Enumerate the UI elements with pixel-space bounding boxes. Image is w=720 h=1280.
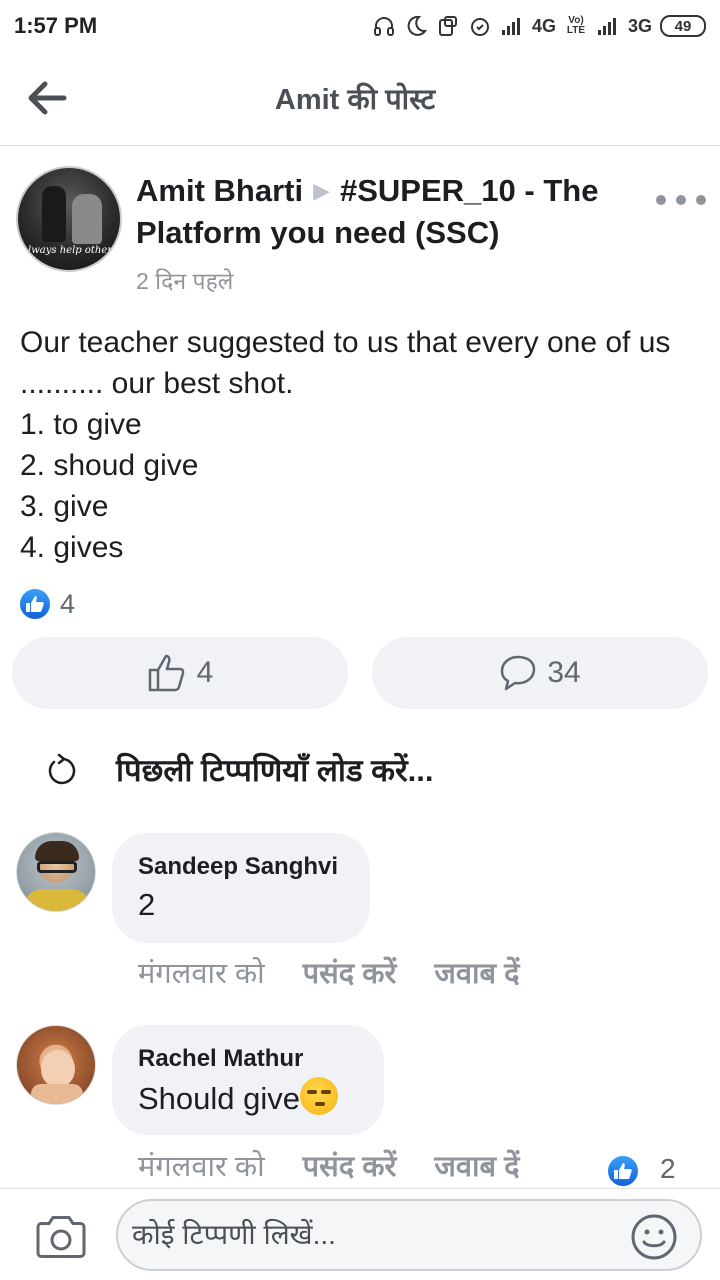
comment-button[interactable]: 34 bbox=[372, 637, 708, 709]
like-button[interactable]: 4 bbox=[12, 637, 348, 709]
avatar-glasses bbox=[37, 861, 77, 873]
battery-icon: 49 bbox=[660, 15, 706, 37]
like-reaction-icon bbox=[18, 587, 52, 621]
more-dots-icon bbox=[656, 195, 666, 205]
commenter-name[interactable]: Sandeep Sanghvi bbox=[138, 851, 344, 883]
author-avatar[interactable]: Always help others bbox=[16, 166, 122, 272]
avatar-figure bbox=[42, 186, 66, 242]
post-text: Our teacher suggested to us that every o… bbox=[20, 326, 671, 564]
commenter-avatar[interactable] bbox=[16, 1025, 96, 1105]
unamused-face-icon bbox=[300, 1077, 339, 1115]
page-title: Amit की पोस्ट bbox=[274, 84, 436, 116]
post-timestamp[interactable]: 2 दिन पहले bbox=[136, 264, 233, 296]
more-dot bbox=[676, 195, 686, 205]
author-name[interactable]: Amit Bharti bbox=[136, 173, 303, 208]
avatar-hands bbox=[31, 1084, 83, 1104]
reload-icon bbox=[48, 753, 76, 785]
comment-bubble[interactable]: Rachel Mathur Should give bbox=[112, 1025, 384, 1135]
post-header: Always help others Amit Bharti ▶ #SUPER_10… bbox=[0, 160, 720, 300]
comment-reply-button[interactable]: जवाब दें bbox=[434, 953, 519, 992]
avatar-figure-2 bbox=[72, 194, 102, 244]
more-options-button[interactable] bbox=[656, 188, 706, 212]
signal-icon bbox=[501, 18, 520, 35]
volte-indicator: Vo) LTE bbox=[566, 15, 586, 36]
reaction-summary[interactable]: 4 bbox=[18, 586, 75, 622]
comment-like-button[interactable]: पसंद करें bbox=[303, 953, 397, 992]
load-previous-label: पिछली टिप्पणियाँ लोड करें... bbox=[116, 753, 434, 788]
comment-time: मंगलवार को bbox=[138, 1151, 265, 1183]
comment-count: 34 bbox=[547, 656, 581, 689]
commenter-name[interactable]: Rachel Mathur bbox=[138, 1043, 358, 1075]
comment-reply-button[interactable]: जवाब दें bbox=[434, 1146, 519, 1185]
comment-bubble-icon bbox=[501, 655, 536, 691]
comment-reaction-count: 2 bbox=[660, 1153, 676, 1184]
avatar-hair bbox=[35, 841, 79, 861]
comment-like-reaction-icon[interactable] bbox=[606, 1154, 640, 1188]
comment-text-line: Should give bbox=[138, 1077, 358, 1119]
arrow-left-icon bbox=[28, 81, 67, 115]
comment-text: Should give bbox=[138, 1081, 301, 1116]
comment-time: मंगलवार को bbox=[138, 958, 265, 990]
camera-icon[interactable] bbox=[34, 1215, 88, 1259]
smiley-icon[interactable] bbox=[630, 1213, 678, 1261]
app-header: Amit की पोस्ट bbox=[0, 52, 720, 146]
signal-icon-2 bbox=[597, 18, 616, 35]
comment-text: 2 bbox=[138, 887, 156, 922]
load-previous-comments[interactable]: पिछली टिप्पणियाँ लोड करें... bbox=[46, 742, 433, 798]
like-count: 4 bbox=[196, 656, 214, 689]
alarm-icon bbox=[470, 18, 489, 36]
avatar-face bbox=[41, 1050, 75, 1088]
comment-bubble[interactable]: Sandeep Sanghvi 2 bbox=[112, 833, 370, 943]
avatar-caption: Always help others bbox=[20, 245, 118, 256]
more-dot bbox=[696, 195, 706, 205]
comment-input[interactable] bbox=[116, 1199, 702, 1271]
play-arrow-icon: ▶ bbox=[313, 178, 330, 203]
network-type-2: 3G bbox=[627, 15, 652, 36]
screen-rotate-icon bbox=[438, 16, 457, 36]
network-type-1: 4G bbox=[531, 15, 556, 36]
back-button[interactable] bbox=[24, 78, 70, 118]
comment-actions: मंगलवार को पसंद करें जवाब दें bbox=[138, 1146, 558, 1185]
comment-composer bbox=[0, 1188, 720, 1280]
comment-like-button[interactable]: पसंद करें bbox=[303, 1146, 397, 1185]
headphones-icon bbox=[373, 17, 394, 36]
status-time: 1:57 PM bbox=[14, 13, 98, 38]
thumbs-up-icon bbox=[148, 654, 185, 692]
status-bar: 1:57 PM 4G Vo) LTE 3G 49 bbox=[0, 0, 720, 52]
avatar-shirt bbox=[23, 889, 91, 911]
commenter-avatar[interactable] bbox=[16, 832, 96, 912]
reaction-count: 4 bbox=[60, 588, 76, 619]
status-icons: 4G Vo) LTE 3G 49 bbox=[372, 14, 706, 38]
post-author-line: Amit Bharti ▶ #SUPER_10 - The Platform you… bbox=[136, 170, 636, 254]
moon-icon bbox=[407, 15, 428, 36]
comment-actions: मंगलवार को पसंद करें जवाब दें bbox=[138, 953, 558, 992]
